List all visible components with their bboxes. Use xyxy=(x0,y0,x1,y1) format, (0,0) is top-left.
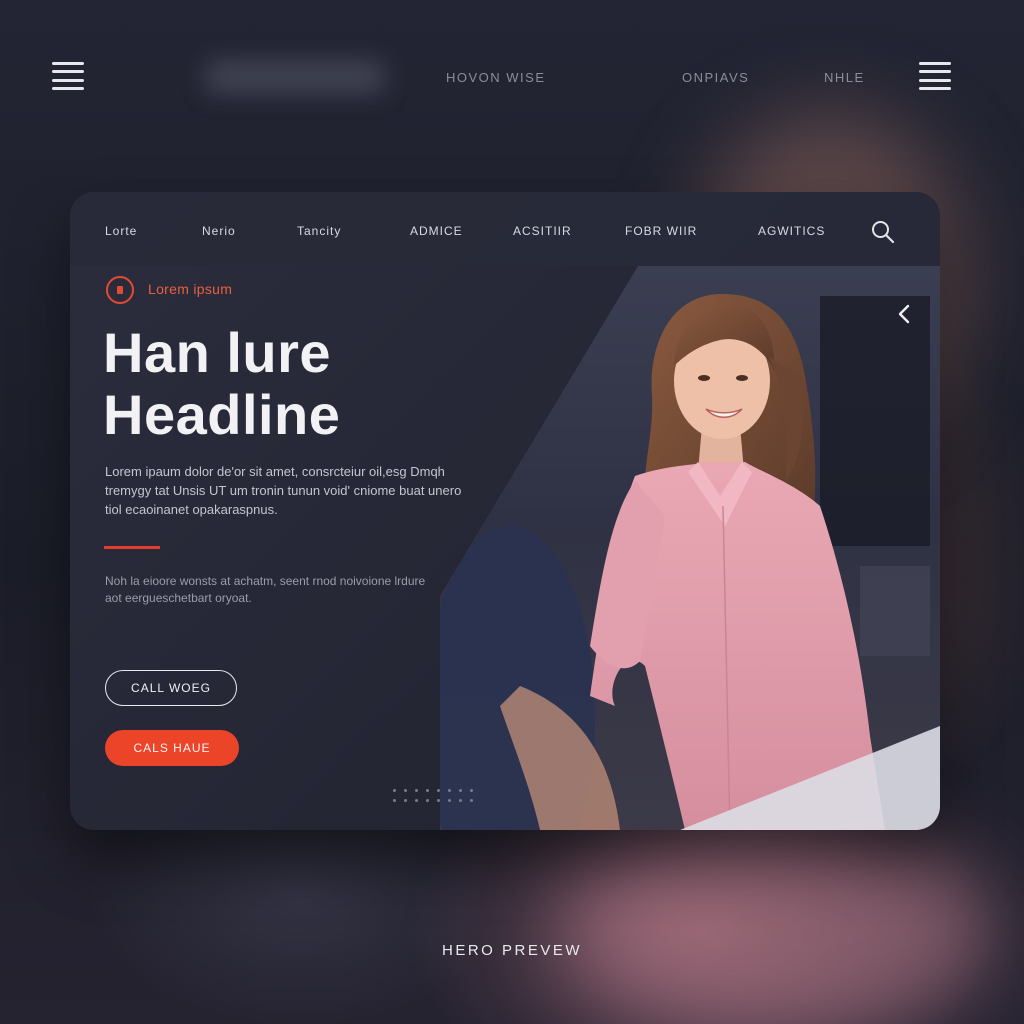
search-icon[interactable] xyxy=(870,219,896,245)
eyebrow-label: Lorem ipsum xyxy=(148,281,233,297)
nav-item-3[interactable]: Tancity xyxy=(297,224,341,238)
hero-secondary-text: Noh la eioore wonsts at achatm, seent rn… xyxy=(105,574,426,605)
eyebrow-icon xyxy=(106,276,134,304)
hamburger-icon[interactable] xyxy=(52,62,84,90)
call-outline-button[interactable]: CALL WOEG xyxy=(105,670,237,706)
accent-divider xyxy=(104,546,160,549)
pagination-dots xyxy=(393,789,483,809)
caption-label: HERO PREVEW xyxy=(441,942,582,959)
top-bar: HOVON WISE ONPIAVS NHLE xyxy=(0,0,1024,150)
nav-item-1[interactable]: Lorte xyxy=(105,224,137,238)
top-link-2[interactable]: ONPIAVS xyxy=(682,70,749,85)
nav-item-4[interactable]: ADMICE xyxy=(410,224,463,238)
hero-photo xyxy=(440,266,940,830)
person-photo-illustration xyxy=(440,294,940,830)
chevron-left-icon[interactable] xyxy=(895,302,913,326)
card-nav: Lorte Nerio Tancity ADMICE ACSITIIR FOBR… xyxy=(70,192,940,266)
nav-item-6[interactable]: FOBR WIIR xyxy=(625,224,697,238)
nav-item-5[interactable]: ACSITIIR xyxy=(513,224,572,238)
hero-body-text: Lorem ipaum dolor de'or sit amet, consrc… xyxy=(105,464,462,517)
top-link-1[interactable]: HOVON WISE xyxy=(446,70,546,85)
hamburger-icon[interactable] xyxy=(919,62,951,90)
nav-item-7[interactable]: AGWITICS xyxy=(758,224,825,238)
call-primary-button[interactable]: CALS HAUE xyxy=(105,730,239,766)
nav-item-2[interactable]: Nerio xyxy=(202,224,236,238)
backdrop-shirt-blur xyxy=(560,820,1000,1024)
hero-headline: Han lure Headline xyxy=(103,321,341,446)
top-link-3[interactable]: NHLE xyxy=(824,70,865,85)
